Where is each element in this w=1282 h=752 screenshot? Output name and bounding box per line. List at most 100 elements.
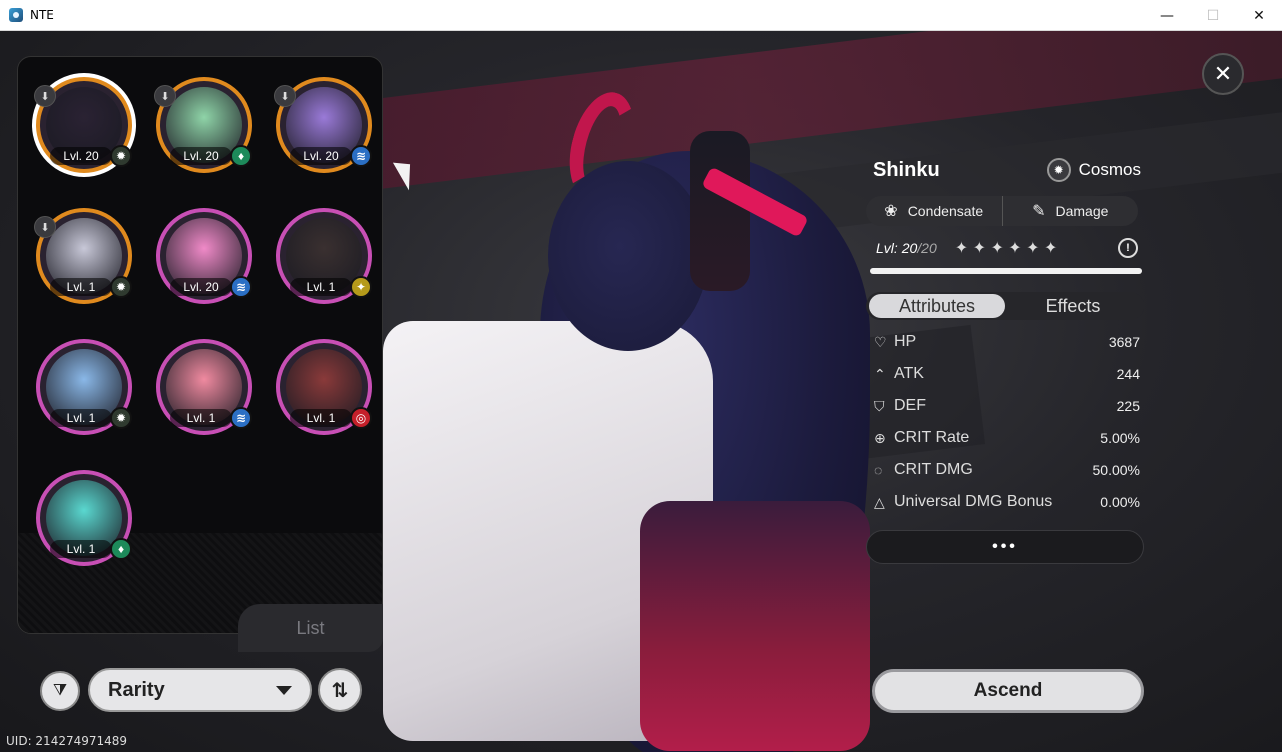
attribute-value: 225 bbox=[1116, 398, 1140, 414]
sort-order-button[interactable]: ⇅ bbox=[318, 668, 362, 712]
character-ribbon bbox=[690, 131, 750, 291]
level-label: Lvl: 20/20 bbox=[876, 240, 937, 256]
character-list-panel: ⬇ Lvl. 20 ✹ ⬇ Lvl. 20 ♦ ⬇ Lvl. 20 ≋ ⬇ Lvl. 1 ✹ Lvl. … bbox=[17, 56, 383, 634]
character-card[interactable]: ⬇ Lvl. 1 ✹ bbox=[34, 208, 132, 304]
attribute-name: Universal DMG Bonus bbox=[894, 493, 1053, 510]
attribute-row: ⊕ CRIT Rate 5.00% bbox=[866, 422, 1148, 454]
window-title: NTE bbox=[30, 8, 54, 22]
character-head bbox=[548, 161, 708, 351]
element-name: Cosmos bbox=[1078, 160, 1141, 179]
element-icon: ✹ bbox=[110, 145, 132, 167]
character-card[interactable]: Lvl. 20 ≋ bbox=[156, 208, 252, 304]
character-level: Lvl. 1 bbox=[170, 409, 232, 427]
attribute-icon: △ bbox=[874, 493, 885, 510]
tab-attributes[interactable]: Attributes bbox=[869, 294, 1005, 318]
character-card[interactable]: ⬇ Lvl. 20 ≋ bbox=[274, 77, 372, 173]
detail-tabs: Attributes Effects bbox=[866, 292, 1144, 320]
attribute-name: CRIT DMG bbox=[894, 461, 973, 478]
list-tab[interactable]: List bbox=[238, 604, 383, 652]
role-damage-label: Damage bbox=[1055, 203, 1109, 219]
element-icon: ◎ bbox=[350, 407, 372, 429]
character-card[interactable]: ⬇ Lvl. 20 ♦ bbox=[154, 77, 252, 173]
more-attributes-button[interactable]: ••• bbox=[866, 530, 1144, 564]
attribute-row: ⌃ ATK 244 bbox=[866, 358, 1148, 390]
character-skirt bbox=[640, 501, 870, 751]
download-icon: ⬇ bbox=[274, 85, 296, 107]
element-icon: ≋ bbox=[230, 276, 252, 298]
game-scene: ⬇ Lvl. 20 ✹ ⬇ Lvl. 20 ♦ ⬇ Lvl. 20 ≋ ⬇ Lvl. 1 ✹ Lvl. … bbox=[0, 31, 1282, 752]
character-level: Lvl. 20 bbox=[170, 147, 232, 165]
attribute-icon: ⛉ bbox=[874, 397, 885, 414]
user-id: UID: 214274971489 bbox=[6, 734, 128, 748]
attribute-name: HP bbox=[894, 333, 917, 350]
attribute-name: CRIT Rate bbox=[894, 429, 970, 446]
condensate-icon: ❀ bbox=[884, 203, 898, 220]
tab-effects[interactable]: Effects bbox=[1005, 294, 1141, 318]
element-icon: ≋ bbox=[230, 407, 252, 429]
element-icon: ✹ bbox=[110, 407, 132, 429]
xp-bar bbox=[870, 268, 1142, 274]
attribute-row: ◌ CRIT DMG 50.00% bbox=[866, 454, 1148, 486]
element-icon: ♦ bbox=[110, 538, 132, 560]
element-icon: ✹ bbox=[110, 276, 132, 298]
download-icon: ⬇ bbox=[154, 85, 176, 107]
download-icon: ⬇ bbox=[34, 85, 56, 107]
character-card[interactable]: Lvl. 1 ✹ bbox=[36, 339, 132, 435]
attribute-value: 5.00% bbox=[1100, 430, 1140, 446]
character-level: Lvl. 1 bbox=[290, 278, 352, 296]
rarity-sort-select[interactable]: Rarity bbox=[88, 668, 312, 712]
star-rank: ✦ ✦ ✦ ✦ ✦ ✦ bbox=[954, 240, 1058, 257]
sort-icon: ⇅ bbox=[331, 679, 349, 702]
character-card[interactable]: Lvl. 1 ♦ bbox=[36, 470, 132, 566]
role-condensate[interactable]: ❀ Condensate bbox=[866, 196, 1002, 226]
attribute-icon: ◌ bbox=[874, 462, 883, 478]
character-detail-panel: Shinku ✹ Cosmos ❀ Condensate ✎ Damage Lv… bbox=[866, 151, 1148, 564]
character-card[interactable]: Lvl. 1 ≋ bbox=[156, 339, 252, 435]
role-condensate-label: Condensate bbox=[907, 203, 984, 219]
character-level: Lvl. 20 bbox=[50, 147, 112, 165]
attribute-icon: ⊕ bbox=[874, 429, 886, 446]
attribute-value: 3687 bbox=[1108, 334, 1140, 350]
caret-down-icon bbox=[276, 685, 292, 695]
element-icon: ✦ bbox=[350, 276, 372, 298]
character-level: Lvl. 20 bbox=[170, 278, 232, 296]
attribute-list: ♡ HP 3687 ⌃ ATK 244 ⛉ DEF 225 ⊕ CRIT Rate 5.00% ◌ CRI… bbox=[866, 326, 1148, 518]
maximize-button[interactable]: ☐ bbox=[1190, 0, 1236, 31]
character-card[interactable]: ⬇ Lvl. 20 ✹ bbox=[34, 77, 132, 173]
level-current: 20 bbox=[901, 240, 918, 256]
close-icon: ✕ bbox=[1213, 61, 1233, 86]
window-titlebar: NTE — ☐ ✕ bbox=[0, 0, 1282, 31]
attribute-row: ⛉ DEF 225 bbox=[866, 390, 1148, 422]
info-icon[interactable]: ! bbox=[1118, 238, 1138, 258]
role-damage[interactable]: ✎ Damage bbox=[1001, 196, 1139, 226]
character-level: Lvl. 1 bbox=[50, 278, 112, 296]
element-tag: ✹ Cosmos bbox=[1046, 158, 1141, 182]
close-window-button[interactable]: ✕ bbox=[1236, 0, 1282, 31]
app-icon bbox=[9, 8, 23, 22]
download-icon: ⬇ bbox=[34, 216, 56, 238]
attribute-row: △ Universal DMG Bonus 0.00% bbox=[866, 486, 1148, 518]
attribute-value: 244 bbox=[1116, 366, 1140, 382]
level-max: /20 bbox=[917, 240, 937, 256]
character-level: Lvl. 1 bbox=[290, 409, 352, 427]
element-icon: ≋ bbox=[350, 145, 372, 167]
attribute-icon: ⌃ bbox=[874, 365, 886, 382]
xp-bar-fill bbox=[870, 268, 1142, 274]
attribute-row: ♡ HP 3687 bbox=[866, 326, 1148, 358]
character-level: Lvl. 20 bbox=[290, 147, 352, 165]
close-button[interactable]: ✕ bbox=[1202, 53, 1244, 95]
character-card[interactable]: Lvl. 1 ✦ bbox=[276, 208, 372, 304]
filter-icon: ⧩ bbox=[52, 682, 68, 699]
rarity-select-value: Rarity bbox=[108, 678, 165, 701]
attribute-name: ATK bbox=[894, 365, 924, 382]
attribute-value: 50.00% bbox=[1092, 462, 1140, 478]
cosmos-element-icon: ✹ bbox=[1046, 158, 1071, 182]
level-prefix: Lvl: bbox=[876, 240, 902, 256]
role-pills: ❀ Condensate ✎ Damage bbox=[866, 196, 1138, 226]
character-card[interactable]: Lvl. 1 ◎ bbox=[276, 339, 372, 435]
character-level: Lvl. 1 bbox=[50, 409, 112, 427]
minimize-button[interactable]: — bbox=[1144, 0, 1190, 31]
filter-button[interactable]: ⧩ bbox=[40, 671, 80, 711]
ascend-button[interactable]: Ascend bbox=[872, 669, 1144, 713]
attribute-value: 0.00% bbox=[1100, 494, 1140, 510]
